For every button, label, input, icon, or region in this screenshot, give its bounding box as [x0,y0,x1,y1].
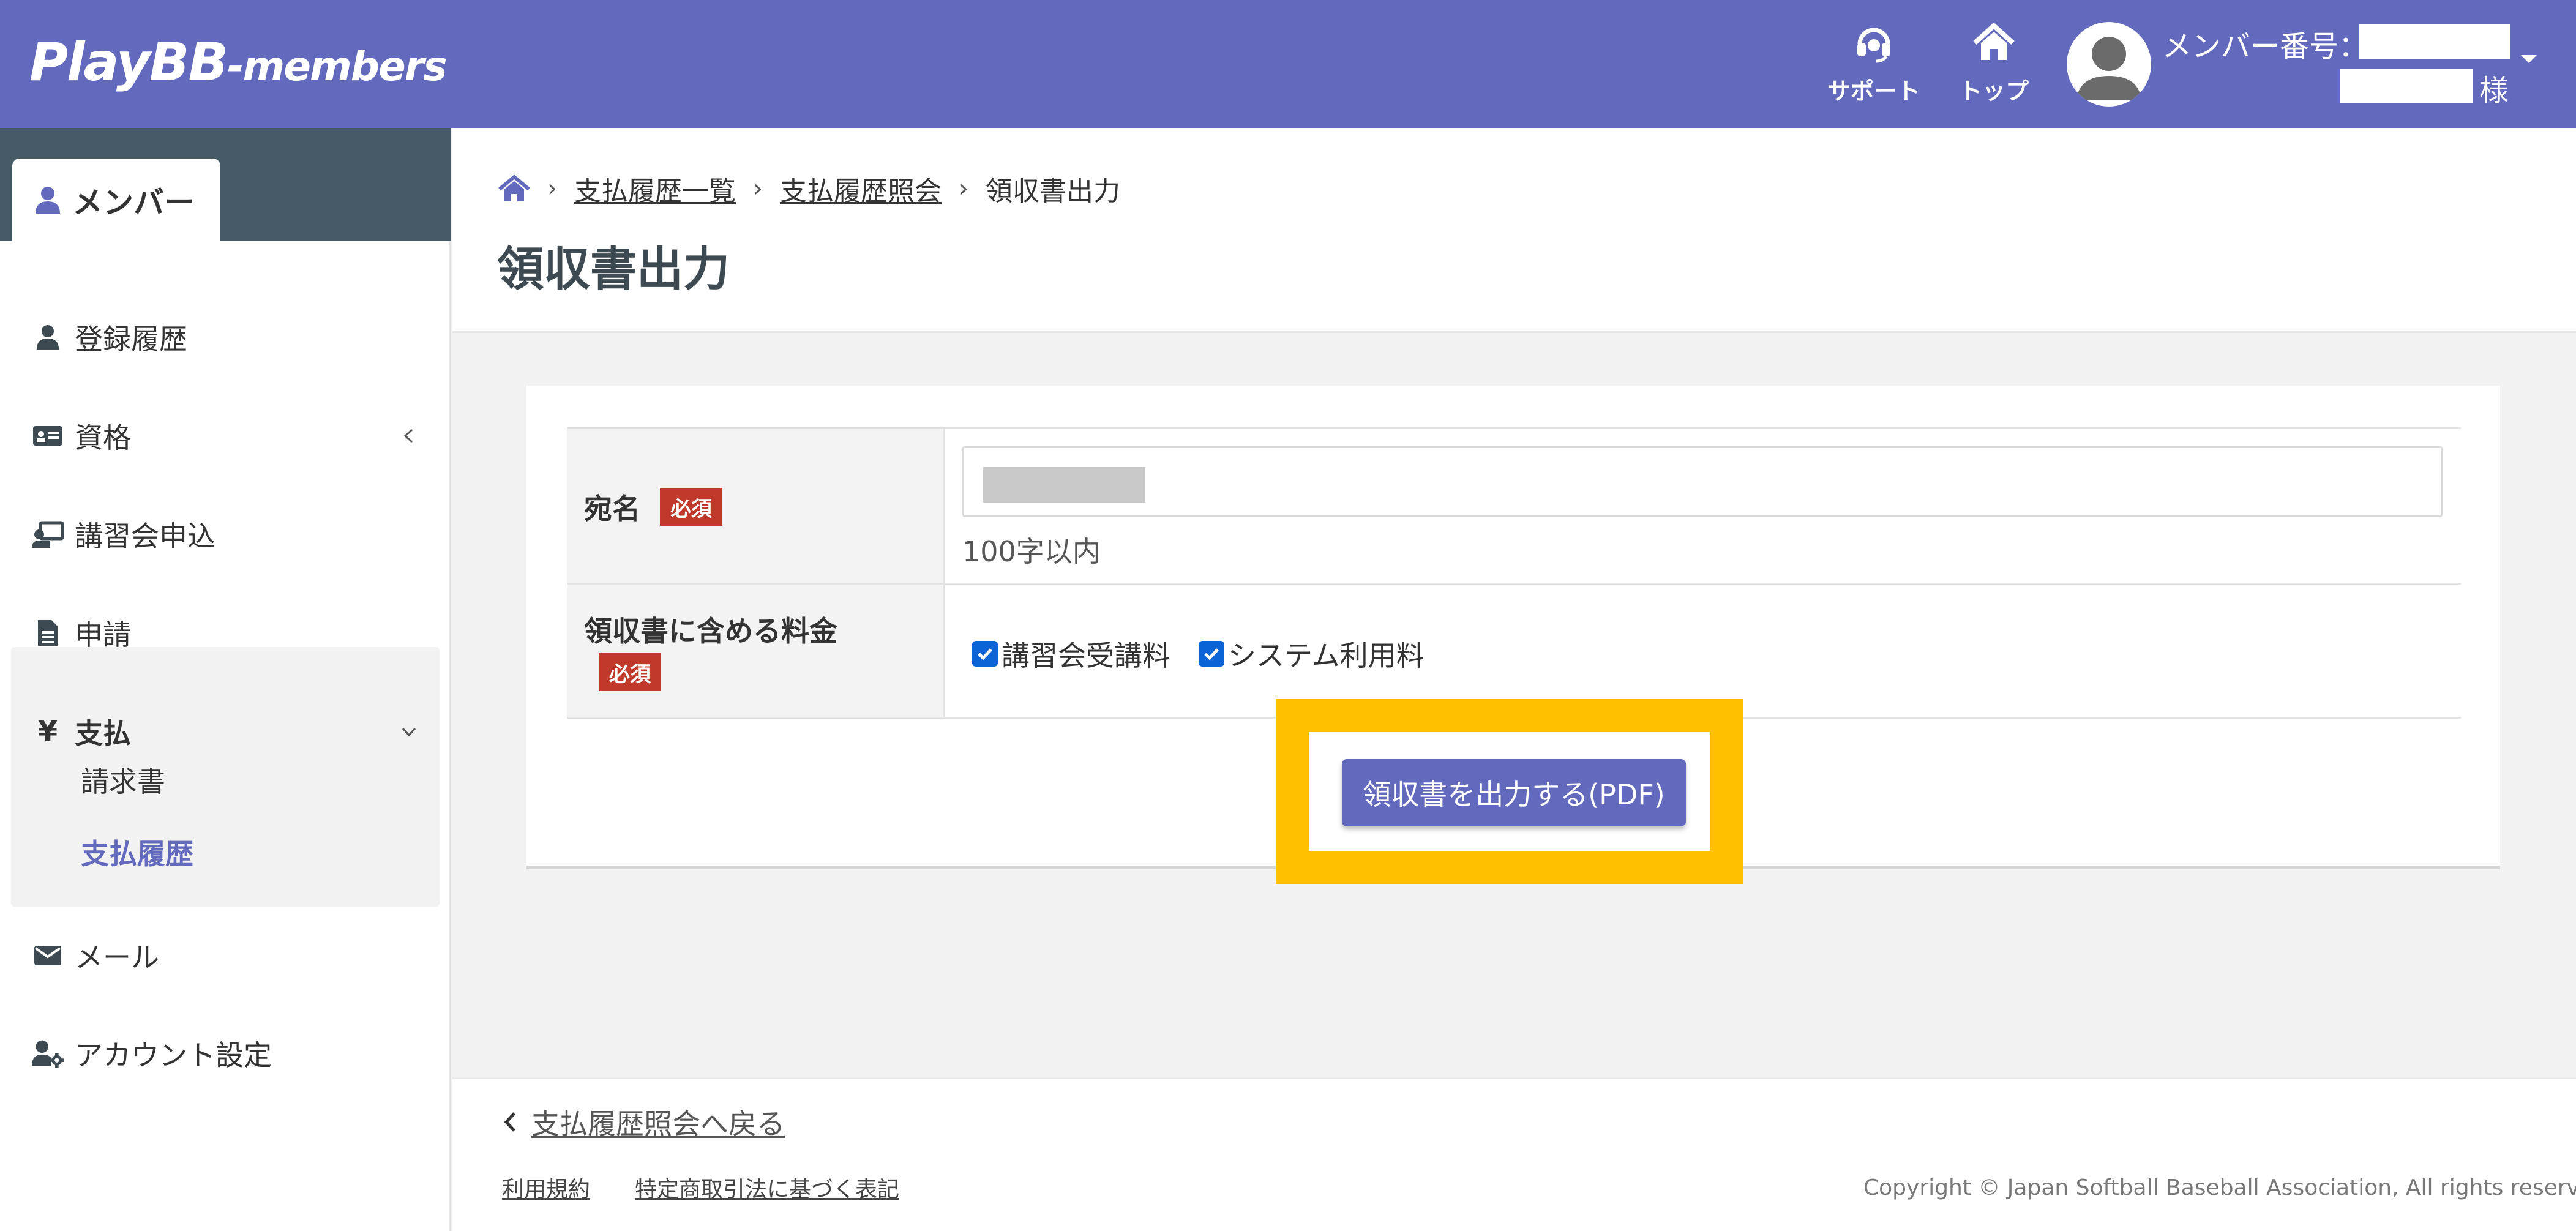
required-badge: 必須 [660,488,722,526]
addressee-label: 宛名 [584,492,640,525]
breadcrumb: › 支払履歴一覧 › 支払履歴照会 › 領収書出力 [498,170,1120,207]
sidebar-item-account-settings[interactable]: アカウント設定 [0,1017,451,1090]
sidebar-item-label: 講習会申込 [75,520,215,553]
envelope-icon [34,946,61,965]
sidebar-item-label: 資格 [75,421,131,454]
breadcrumb-separator-icon: › [959,174,968,203]
user-icon [36,186,60,214]
sidebar-item-label: アカウント設定 [75,1039,272,1072]
sidebar-subitem-invoice[interactable]: 請求書 [81,760,165,800]
footer [452,1077,2576,1231]
system-fee-checkbox[interactable]: システム利用料 [1199,634,1425,674]
sidebar-item-qualification[interactable]: 資格 [0,399,451,473]
sidebar-item-label: 登録履歴 [75,323,187,356]
sidebar-item-label: 支払 [75,717,131,750]
terms-link[interactable]: 利用規約 [502,1172,590,1203]
support-button[interactable]: サポート [1827,18,1921,110]
copyright: Copyright © Japan Softball Baseball Asso… [1863,1175,2576,1200]
addressee-input[interactable] [962,446,2443,517]
breadcrumb-current: 領収書出力 [986,176,1120,207]
logo-main-text: PlayBB [29,32,228,93]
top-button[interactable]: トップ [1948,18,2040,110]
sidebar-item-registration-history[interactable]: 登録履歴 [0,301,451,374]
member-name-value [2340,69,2473,103]
addressee-header-cell: 宛名 必須 [567,429,945,583]
member-number-value [2359,24,2510,59]
top-header: PlayBB-members サポート トップ メンバー番号： 様 [0,0,2576,128]
system-fee-label: システム利用料 [1228,639,1425,672]
top-label: トップ [1958,78,2029,105]
user-silhouette-icon [2076,37,2141,100]
back-to-payment-detail-link[interactable]: 支払履歴照会へ戻る [502,1102,785,1142]
app-logo[interactable]: PlayBB-members [29,32,447,93]
addressee-input-value [983,467,1145,503]
sidebar-item-course-application[interactable]: 講習会申込 [0,498,451,571]
chevron-down-icon [402,727,416,737]
avatar[interactable] [2067,22,2151,107]
fees-header-cell: 領収書に含める料金 必須 [567,585,945,717]
id-card-icon [33,426,62,446]
addressee-hint: 100字以内 [962,535,1101,568]
required-badge: 必須 [599,653,661,691]
tab-member[interactable]: メンバー [12,159,220,241]
breadcrumb-payment-history-detail[interactable]: 支払履歴照会 [780,169,942,208]
user-icon [36,325,59,350]
home-icon[interactable] [498,174,530,203]
commerce-law-link[interactable]: 特定商取引法に基づく表記 [635,1172,899,1203]
logo-sub-text: -members [227,43,447,90]
sidebar-item-payment[interactable]: ¥ 支払 [0,695,451,768]
member-honorific: 様 [2479,73,2509,108]
page-title: 領収書出力 [497,242,730,296]
page-header [452,128,2576,333]
yen-icon: ¥ [37,715,58,748]
caret-down-icon[interactable] [2521,55,2537,63]
sidebar: メンバー 登録履歴 資格 講習会申込 申請 ¥ 支払 請求書 支払履歴 メール … [0,128,451,1231]
output-receipt-pdf-button[interactable]: 領収書を出力する(PDF) [1342,759,1686,826]
back-link-label: 支払履歴照会へ戻る [531,1107,785,1140]
home-icon [1973,23,2015,60]
tab-member-label: メンバー [72,184,195,220]
addressee-row: 宛名 必須 100字以内 [567,429,2461,585]
fees-label: 領収書に含める料金 [584,615,837,648]
sidebar-subitem-payment-history[interactable]: 支払履歴 [81,832,193,872]
breadcrumb-payment-history-list[interactable]: 支払履歴一覧 [574,169,736,208]
chalkboard-teacher-icon [32,521,64,548]
breadcrumb-separator-icon: › [753,174,763,203]
sidebar-item-label: メール [75,941,159,974]
course-fee-checkbox[interactable]: 講習会受講料 [972,634,1170,674]
sidebar-item-mail[interactable]: メール [0,919,451,992]
course-fee-label: 講習会受講料 [1002,639,1170,672]
chevron-left-icon [403,428,413,443]
headset-icon [1857,28,1890,63]
user-cog-icon [32,1040,64,1068]
breadcrumb-separator-icon: › [547,174,557,203]
checkbox-checked-icon[interactable] [1199,641,1224,667]
member-number-label: メンバー番号： [2162,29,2368,64]
receipt-form-table: 宛名 必須 100字以内 領収書に含める料金 必須 講習会受講料 システム利用料 [567,427,2461,719]
checkbox-checked-icon[interactable] [972,641,998,667]
sidebar-payment-group [11,647,440,907]
support-label: サポート [1827,78,1921,105]
chevron-left-icon [504,1112,515,1132]
document-icon [38,620,58,646]
